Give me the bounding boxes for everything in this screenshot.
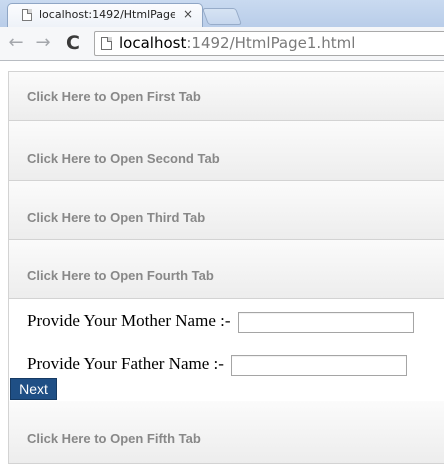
accordion-header-fourth[interactable]: Click Here to Open Fourth Tab — [8, 240, 444, 299]
father-name-row: Provide Your Father Name :- — [27, 354, 408, 376]
browser-tab[interactable]: localhost:1492/HtmlPage1 × — [7, 3, 203, 27]
reload-icon[interactable]: C — [62, 32, 84, 54]
tab-title: localhost:1492/HtmlPage1 — [39, 8, 175, 21]
page-content: Click Here to Open First Tab Click Here … — [0, 61, 444, 464]
browser-toolbar: ← → C localhost:1492/HtmlPage1.html — [0, 27, 444, 61]
url-host: localhost — [119, 34, 187, 52]
browser-tabstrip: localhost:1492/HtmlPage1 × — [0, 0, 444, 27]
url-path: :1492/HtmlPage1.html — [186, 34, 356, 52]
address-url: localhost:1492/HtmlPage1.html — [119, 34, 355, 52]
accordion-header-label: Click Here to Open Fourth Tab — [27, 268, 214, 283]
address-bar[interactable]: localhost:1492/HtmlPage1.html — [94, 31, 444, 56]
accordion-header-label: Click Here to Open First Tab — [27, 89, 201, 104]
accordion-header-label: Click Here to Open Fifth Tab — [27, 431, 201, 446]
accordion: Click Here to Open First Tab Click Here … — [8, 71, 444, 464]
close-icon[interactable]: × — [183, 7, 193, 21]
accordion-header-second[interactable]: Click Here to Open Second Tab — [8, 121, 444, 181]
mother-name-label: Provide Your Mother Name :- — [27, 311, 231, 330]
accordion-header-label: Click Here to Open Second Tab — [27, 151, 220, 166]
back-arrow-icon[interactable]: ← — [5, 32, 27, 54]
father-name-label: Provide Your Father Name :- — [27, 354, 224, 373]
forward-arrow-icon[interactable]: → — [32, 32, 54, 54]
mother-name-row: Provide Your Mother Name :- — [27, 311, 414, 333]
new-tab-button[interactable] — [201, 8, 243, 25]
accordion-header-label: Click Here to Open Third Tab — [27, 210, 206, 225]
page-icon — [22, 9, 32, 21]
page-icon — [101, 37, 112, 50]
accordion-header-fifth[interactable]: Click Here to Open Fifth Tab — [8, 401, 444, 464]
accordion-panel-fourth: Provide Your Mother Name :- Provide Your… — [8, 299, 444, 401]
next-button[interactable]: Next — [10, 378, 57, 400]
mother-name-input[interactable] — [237, 311, 414, 333]
father-name-input[interactable] — [231, 354, 408, 376]
accordion-header-third[interactable]: Click Here to Open Third Tab — [8, 181, 444, 240]
accordion-header-first[interactable]: Click Here to Open First Tab — [8, 72, 444, 121]
